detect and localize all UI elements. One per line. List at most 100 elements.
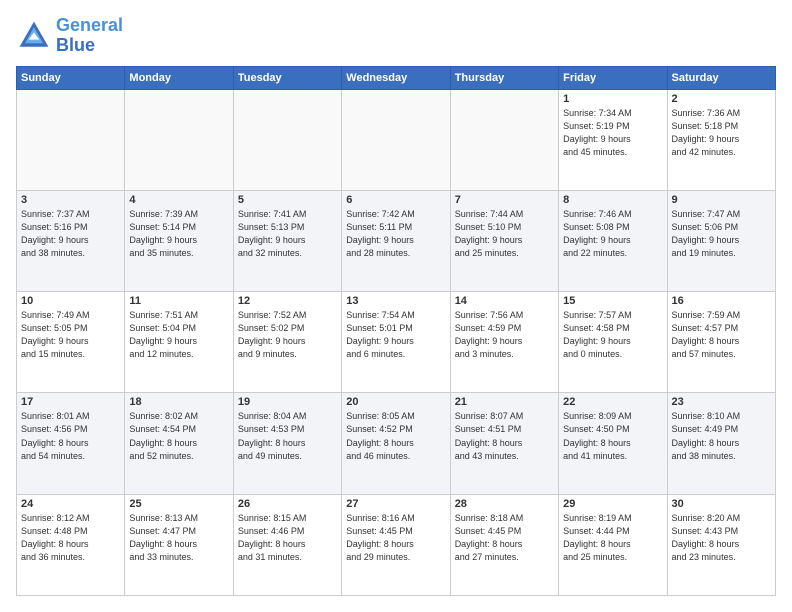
calendar-cell: 11 Sunrise: 7:51 AM Sunset: 5:04 PM Dayli… (125, 292, 233, 393)
day-info: Sunrise: 8:13 AM Sunset: 4:47 PM Dayligh… (129, 512, 228, 564)
logo-icon (16, 18, 52, 54)
day-info: Sunrise: 7:51 AM Sunset: 5:04 PM Dayligh… (129, 309, 228, 361)
day-info: Sunrise: 7:57 AM Sunset: 4:58 PM Dayligh… (563, 309, 662, 361)
calendar-cell: 27 Sunrise: 8:16 AM Sunset: 4:45 PM Dayli… (342, 494, 450, 595)
day-info: Sunrise: 7:54 AM Sunset: 5:01 PM Dayligh… (346, 309, 445, 361)
day-info: Sunrise: 7:36 AM Sunset: 5:18 PM Dayligh… (672, 107, 771, 159)
calendar-header-friday: Friday (559, 66, 667, 89)
calendar-cell: 14 Sunrise: 7:56 AM Sunset: 4:59 PM Dayli… (450, 292, 558, 393)
day-info: Sunrise: 7:42 AM Sunset: 5:11 PM Dayligh… (346, 208, 445, 260)
day-info: Sunrise: 8:04 AM Sunset: 4:53 PM Dayligh… (238, 410, 337, 462)
calendar-cell: 1 Sunrise: 7:34 AM Sunset: 5:19 PM Daylig… (559, 89, 667, 190)
day-number: 22 (563, 396, 662, 408)
day-info: Sunrise: 8:10 AM Sunset: 4:49 PM Dayligh… (672, 410, 771, 462)
day-number: 27 (346, 498, 445, 510)
calendar-cell: 12Sunrise: 7:52 AM Sunset: 5:02 PM Dayli… (233, 292, 341, 393)
calendar-cell: 30 Sunrise: 8:20 AM Sunset: 4:43 PM Dayli… (667, 494, 775, 595)
day-info: Sunrise: 7:49 AM Sunset: 5:05 PM Dayligh… (21, 309, 120, 361)
calendar-cell (233, 89, 341, 190)
calendar-cell: 16 Sunrise: 7:59 AM Sunset: 4:57 PM Dayli… (667, 292, 775, 393)
day-info: Sunrise: 8:16 AM Sunset: 4:45 PM Dayligh… (346, 512, 445, 564)
day-number: 11 (129, 295, 228, 307)
day-number: 21 (455, 396, 554, 408)
header: General Blue (16, 16, 776, 56)
day-number: 25 (129, 498, 228, 510)
day-number: 17 (21, 396, 120, 408)
calendar-cell (17, 89, 125, 190)
day-number: 28 (455, 498, 554, 510)
calendar-cell: 29 Sunrise: 8:19 AM Sunset: 4:44 PM Dayli… (559, 494, 667, 595)
calendar-cell: 8 Sunrise: 7:46 AM Sunset: 5:08 PM Daylig… (559, 190, 667, 291)
day-number: 8 (563, 194, 662, 206)
calendar-cell: 20 Sunrise: 8:05 AM Sunset: 4:52 PM Dayli… (342, 393, 450, 494)
day-info: Sunrise: 8:02 AM Sunset: 4:54 PM Dayligh… (129, 410, 228, 462)
day-number: 6 (346, 194, 445, 206)
day-number: 30 (672, 498, 771, 510)
calendar-cell: 17 Sunrise: 8:01 AM Sunset: 4:56 PM Dayli… (17, 393, 125, 494)
day-info: Sunrise: 8:15 AM Sunset: 4:46 PM Dayligh… (238, 512, 337, 564)
day-number: 23 (672, 396, 771, 408)
day-number: 14 (455, 295, 554, 307)
day-info: Sunrise: 8:12 AM Sunset: 4:48 PM Dayligh… (21, 512, 120, 564)
calendar-header-row: SundayMondayTuesdayWednesdayThursdayFrid… (17, 66, 776, 89)
calendar-cell (450, 89, 558, 190)
calendar-table: SundayMondayTuesdayWednesdayThursdayFrid… (16, 66, 776, 596)
calendar-header-sunday: Sunday (17, 66, 125, 89)
day-number: 3 (21, 194, 120, 206)
day-info: Sunrise: 8:01 AM Sunset: 4:56 PM Dayligh… (21, 410, 120, 462)
calendar-cell: 19 Sunrise: 8:04 AM Sunset: 4:53 PM Dayli… (233, 393, 341, 494)
day-number: 18 (129, 396, 228, 408)
day-number: 19 (238, 396, 337, 408)
calendar-cell: 6 Sunrise: 7:42 AM Sunset: 5:11 PM Daylig… (342, 190, 450, 291)
day-number: 1 (563, 93, 662, 105)
day-number: 2 (672, 93, 771, 105)
day-info: Sunrise: 7:59 AM Sunset: 4:57 PM Dayligh… (672, 309, 771, 361)
day-number: 16 (672, 295, 771, 307)
day-info: Sunrise: 8:07 AM Sunset: 4:51 PM Dayligh… (455, 410, 554, 462)
day-number: 15 (563, 295, 662, 307)
calendar-header-wednesday: Wednesday (342, 66, 450, 89)
calendar-cell: 25 Sunrise: 8:13 AM Sunset: 4:47 PM Dayli… (125, 494, 233, 595)
calendar-cell: 5 Sunrise: 7:41 AM Sunset: 5:13 PM Daylig… (233, 190, 341, 291)
day-info: Sunrise: 8:18 AM Sunset: 4:45 PM Dayligh… (455, 512, 554, 564)
day-info: Sunrise: 7:37 AM Sunset: 5:16 PM Dayligh… (21, 208, 120, 260)
calendar-cell: 21 Sunrise: 8:07 AM Sunset: 4:51 PM Dayli… (450, 393, 558, 494)
day-info: Sunrise: 7:46 AM Sunset: 5:08 PM Dayligh… (563, 208, 662, 260)
calendar-cell: 2 Sunrise: 7:36 AM Sunset: 5:18 PM Daylig… (667, 89, 775, 190)
day-number: 5 (238, 194, 337, 206)
day-number: 20 (346, 396, 445, 408)
calendar-week-2: 10 Sunrise: 7:49 AM Sunset: 5:05 PM Dayli… (17, 292, 776, 393)
calendar-cell: 22 Sunrise: 8:09 AM Sunset: 4:50 PM Dayli… (559, 393, 667, 494)
calendar-header-monday: Monday (125, 66, 233, 89)
day-number: 4 (129, 194, 228, 206)
logo: General Blue (16, 16, 123, 56)
day-info: Sunrise: 8:05 AM Sunset: 4:52 PM Dayligh… (346, 410, 445, 462)
day-number: 13 (346, 295, 445, 307)
calendar-week-4: 24Sunrise: 8:12 AM Sunset: 4:48 PM Dayli… (17, 494, 776, 595)
calendar-header-tuesday: Tuesday (233, 66, 341, 89)
day-info: Sunrise: 8:09 AM Sunset: 4:50 PM Dayligh… (563, 410, 662, 462)
calendar-cell: 3 Sunrise: 7:37 AM Sunset: 5:16 PM Daylig… (17, 190, 125, 291)
page: General Blue SundayMondayTuesdayWednesda… (0, 0, 792, 612)
day-info: Sunrise: 7:34 AM Sunset: 5:19 PM Dayligh… (563, 107, 662, 159)
calendar-week-1: 3 Sunrise: 7:37 AM Sunset: 5:16 PM Daylig… (17, 190, 776, 291)
calendar-cell: 18 Sunrise: 8:02 AM Sunset: 4:54 PM Dayli… (125, 393, 233, 494)
calendar-header-saturday: Saturday (667, 66, 775, 89)
day-number: 26 (238, 498, 337, 510)
calendar-cell: 10 Sunrise: 7:49 AM Sunset: 5:05 PM Dayli… (17, 292, 125, 393)
calendar-cell (342, 89, 450, 190)
day-number: 9 (672, 194, 771, 206)
day-info: Sunrise: 7:56 AM Sunset: 4:59 PM Dayligh… (455, 309, 554, 361)
calendar-week-0: 1 Sunrise: 7:34 AM Sunset: 5:19 PM Daylig… (17, 89, 776, 190)
day-info: Sunrise: 8:20 AM Sunset: 4:43 PM Dayligh… (672, 512, 771, 564)
day-info: Sunrise: 7:41 AM Sunset: 5:13 PM Dayligh… (238, 208, 337, 260)
calendar-cell: 28 Sunrise: 8:18 AM Sunset: 4:45 PM Dayli… (450, 494, 558, 595)
day-number: 10 (21, 295, 120, 307)
day-number: 7 (455, 194, 554, 206)
logo-text: General Blue (56, 16, 123, 56)
day-number: 29 (563, 498, 662, 510)
calendar-header-thursday: Thursday (450, 66, 558, 89)
day-info: Sunrise: 8:19 AM Sunset: 4:44 PM Dayligh… (563, 512, 662, 564)
calendar-week-3: 17 Sunrise: 8:01 AM Sunset: 4:56 PM Dayli… (17, 393, 776, 494)
day-info: Sunrise: 7:44 AM Sunset: 5:10 PM Dayligh… (455, 208, 554, 260)
